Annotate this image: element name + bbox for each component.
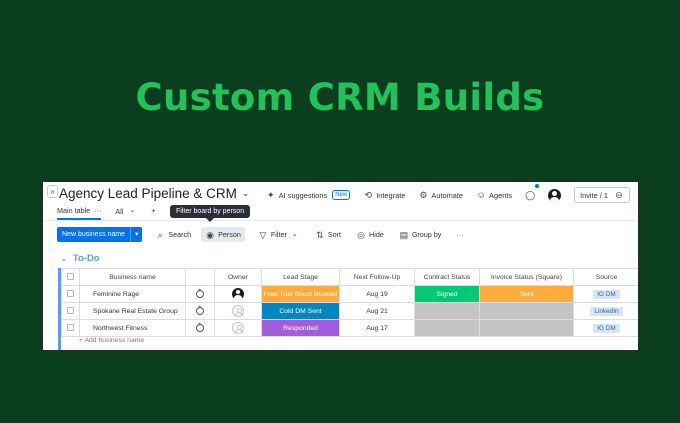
source-tag: LinkedIn (590, 306, 623, 316)
person-filter-button[interactable]: ◉ Person (201, 227, 245, 242)
source-cell[interactable]: LinkedIn (573, 302, 638, 320)
owner-cell[interactable] (214, 285, 262, 303)
more-options-button[interactable]: ··· (454, 227, 465, 242)
owner-cell[interactable] (214, 319, 262, 337)
table-header-row: Business name Owner Lead Stage Next Foll… (61, 268, 638, 286)
top-actions: ✦ AI suggestions New ⟲ Integrate ⚙ Autom… (253, 187, 630, 203)
business-name-cell[interactable]: Feminine Rage (79, 285, 186, 303)
divider (43, 220, 638, 221)
person-icon: ◉ (206, 229, 214, 240)
hero-title: Custom CRM Builds (135, 76, 545, 119)
new-item-button[interactable]: New business name ▾ (57, 227, 143, 242)
row-checkbox[interactable] (61, 285, 80, 303)
board-title[interactable]: Agency Lead Pipeline & CRM ⌄ (59, 186, 249, 201)
agents-icon: ☺ (476, 190, 486, 200)
column-header-contract-status[interactable]: Contract Status (414, 268, 480, 286)
tab-more-icon[interactable]: ··· (94, 206, 101, 215)
add-update-icon[interactable] (185, 319, 215, 337)
contract-status-cell[interactable]: Signed (414, 285, 480, 303)
eye-icon: ◎ (357, 229, 365, 240)
filter-button[interactable]: ▽ Filter ⌄ (256, 227, 302, 242)
group-title[interactable]: To-Do (73, 253, 100, 264)
table-row[interactable]: Northwest Fitness Responded Aug 17 IG DM (61, 319, 638, 337)
integrate-icon: ⟲ (364, 190, 372, 200)
column-header-invoice-status[interactable]: Invoice Status (Square) (479, 268, 574, 286)
table-row[interactable]: Spokane Real Estate Group Cold DM Sent A… (61, 302, 638, 320)
integrate-button[interactable]: ⟲ Integrate (363, 190, 405, 200)
search-button[interactable]: ⌕ Search (153, 227, 193, 242)
business-name-cell[interactable]: Spokane Real Estate Group (79, 302, 186, 320)
crm-board-window: » Agency Lead Pipeline & CRM ⌄ ✦ AI sugg… (42, 181, 639, 351)
hide-button[interactable]: ◎ Hide (354, 227, 386, 242)
source-cell[interactable]: IG DM (573, 285, 638, 303)
search-icon: ⌕ (157, 229, 163, 240)
table-row[interactable]: Feminine Rage Free Trial Shoot Booked Au… (61, 285, 638, 303)
invite-button[interactable]: Invite / 1 ⊖ (574, 187, 630, 203)
invoice-status-cell[interactable] (479, 302, 574, 320)
filter-person-tooltip: Filter board by person (170, 205, 251, 222)
contract-status-cell[interactable] (414, 302, 480, 320)
avatar-icon (548, 188, 562, 202)
view-tabs: Main table ··· All ⌄ + (57, 206, 638, 220)
chevron-down-icon: ⌄ (291, 230, 298, 238)
group-header[interactable]: ⌄ To-Do (61, 253, 100, 264)
link-icon[interactable]: ⊖ (614, 190, 624, 200)
automate-icon: ⚙ (419, 190, 428, 200)
next-follow-up-cell[interactable]: Aug 19 (339, 285, 415, 303)
avatar (232, 322, 244, 334)
invoice-status-cell[interactable] (479, 319, 574, 337)
chat-bubble-icon: ◯ (525, 190, 536, 200)
new-badge: New (332, 190, 351, 200)
chevron-down-icon[interactable]: ⌄ (242, 188, 250, 199)
column-header-owner[interactable]: Owner (214, 268, 262, 286)
business-name-cell[interactable]: Northwest Fitness (79, 319, 186, 337)
owner-cell[interactable] (214, 302, 262, 320)
ai-sparkle-icon: ✦ (266, 190, 275, 200)
crm-table: Business name Owner Lead Stage Next Foll… (61, 268, 638, 337)
avatar (232, 288, 244, 300)
collapse-sidebar-icon[interactable]: » (47, 185, 58, 198)
row-checkbox[interactable] (61, 319, 80, 337)
select-all-checkbox[interactable] (61, 268, 80, 286)
next-follow-up-cell[interactable]: Aug 21 (339, 302, 415, 320)
column-header-next-follow-up[interactable]: Next Follow-Up (339, 268, 415, 286)
contract-status-cell[interactable] (414, 319, 480, 337)
group-by-button[interactable]: ▤ Group by (397, 227, 444, 242)
lead-stage-cell[interactable]: Responded (261, 319, 340, 337)
column-header-name[interactable]: Business name (79, 268, 186, 286)
chevron-down-icon[interactable]: ▾ (130, 227, 142, 242)
board-title-text: Agency Lead Pipeline & CRM (59, 186, 237, 201)
agents-button[interactable]: ☺ Agents (476, 190, 512, 200)
avatar (232, 305, 244, 317)
user-avatar[interactable] (548, 188, 562, 202)
source-cell[interactable]: IG DM (573, 319, 638, 337)
filter-icon: ▽ (259, 229, 267, 240)
add-item-button[interactable]: + Add business name (79, 337, 144, 344)
row-checkbox[interactable] (61, 302, 80, 320)
sort-button[interactable]: ⇅ Sort (313, 227, 343, 242)
group-by-icon: ▤ (399, 229, 409, 240)
tab-main-table[interactable]: Main table ··· (57, 206, 102, 220)
column-header-updates (185, 268, 215, 286)
column-header-lead-stage[interactable]: Lead Stage (261, 268, 340, 286)
add-update-icon[interactable] (185, 302, 215, 320)
lead-stage-cell[interactable]: Free Trial Shoot Booked (261, 285, 340, 303)
chevron-down-icon[interactable]: ⌄ (61, 255, 67, 263)
automate-button[interactable]: ⚙ Automate (418, 190, 463, 200)
board-toolbar: New business name ▾ ⌕ Search ◉ Person ▽ … (57, 227, 466, 242)
ai-suggestions-button[interactable]: ✦ AI suggestions New (266, 190, 351, 200)
source-tag: IG DM (593, 289, 620, 299)
add-view-button[interactable]: + (151, 206, 155, 215)
column-header-source[interactable]: Source (573, 268, 638, 286)
add-update-icon[interactable] (185, 285, 215, 303)
updates-button[interactable]: ◯ (525, 190, 535, 200)
tab-all[interactable]: All ⌄ (115, 206, 137, 216)
chevron-down-icon: ⌄ (129, 207, 136, 214)
invoice-status-cell[interactable]: Sent (479, 285, 574, 303)
next-follow-up-cell[interactable]: Aug 17 (339, 319, 415, 337)
source-tag: IG DM (593, 323, 620, 333)
lead-stage-cell[interactable]: Cold DM Sent (261, 302, 340, 320)
sort-icon: ⇅ (316, 229, 324, 240)
